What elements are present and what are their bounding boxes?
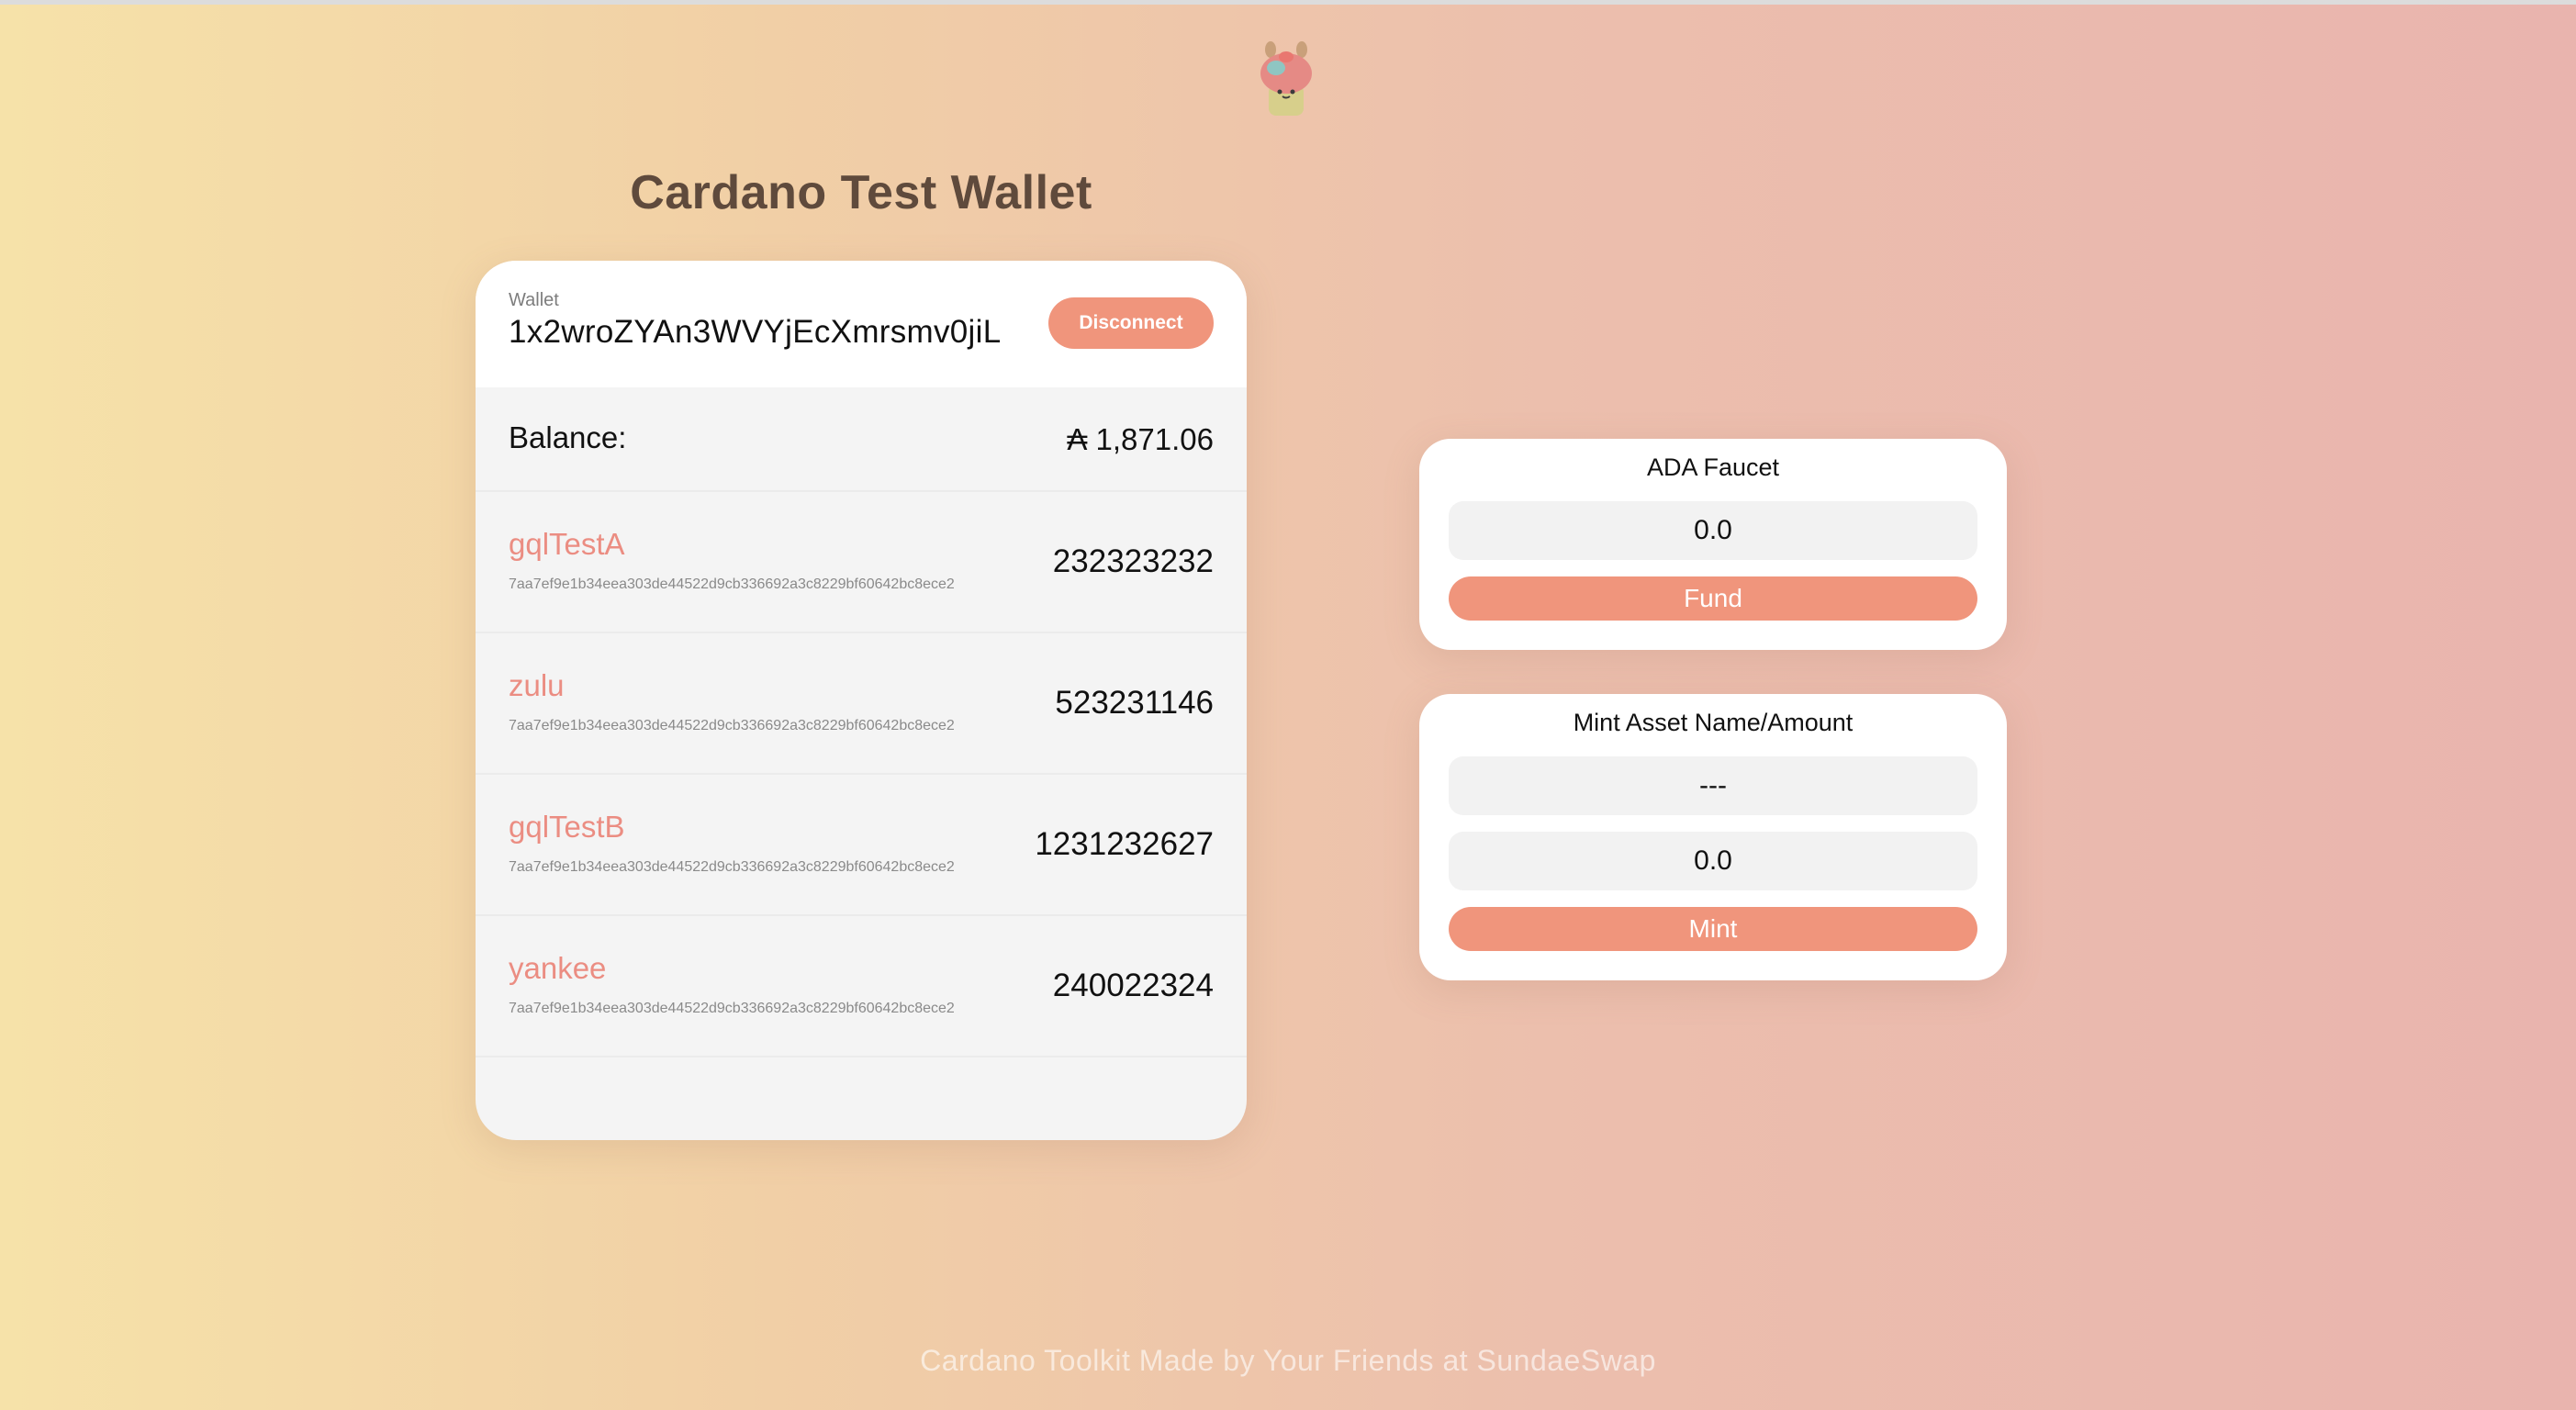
footer-credit: Cardano Toolkit Made by Your Friends at … [920, 1344, 1656, 1377]
balance-label: Balance: [509, 420, 627, 454]
balance-row: Balance: ₳ 1,871.06 [476, 387, 1247, 492]
asset-amount: 1231232627 [1035, 826, 1214, 862]
asset-amount: 232323232 [1052, 543, 1214, 579]
asset-policy-id: 7aa7ef9e1b34eea303de44522d9cb336692a3c82… [509, 718, 955, 733]
sundae-mascot-icon [1254, 40, 1318, 119]
top-border [0, 0, 2576, 5]
faucet-card: ADA Faucet Fund [1419, 439, 2007, 650]
asset-name: gqlTestA [509, 527, 625, 561]
wallet-label: Wallet [509, 290, 559, 310]
faucet-title: ADA Faucet [1646, 453, 1780, 481]
asset-amount: 523231146 [1055, 685, 1214, 721]
asset-policy-id: 7aa7ef9e1b34eea303de44522d9cb336692a3c82… [509, 859, 955, 875]
asset-name: gqlTestB [509, 810, 625, 844]
wallet-header: Wallet 1x2wroZYAn3WVYjEcXmrsmv0jiL Disco… [476, 261, 1247, 387]
asset-amount: 240022324 [1052, 968, 1214, 1003]
balance-value: ₳ 1,871.06 [1067, 422, 1214, 456]
mint-card: Mint Asset Name/Amount Mint [1419, 694, 2007, 980]
disconnect-button[interactable]: Disconnect [1048, 297, 1214, 349]
faucet-amount-input[interactable] [1449, 501, 1977, 560]
asset-name: yankee [509, 951, 607, 985]
asset-name: zulu [509, 668, 565, 702]
mint-title: Mint Asset Name/Amount [1573, 709, 1854, 736]
asset-row-gqltestb: gqlTestB 7aa7ef9e1b34eea303de44522d9cb33… [476, 775, 1247, 916]
mint-button[interactable]: Mint [1449, 907, 1977, 951]
asset-policy-id: 7aa7ef9e1b34eea303de44522d9cb336692a3c82… [509, 1001, 955, 1016]
wallet-address: 1x2wroZYAn3WVYjEcXmrsmv0jiL [509, 314, 1002, 350]
asset-row-gqltesta: gqlTestA 7aa7ef9e1b34eea303de44522d9cb33… [476, 492, 1247, 633]
asset-row-yankee: yankee 7aa7ef9e1b34eea303de44522d9cb3366… [476, 916, 1247, 1058]
wallet-card: Wallet 1x2wroZYAn3WVYjEcXmrsmv0jiL Disco… [476, 261, 1247, 1140]
mint-amount-input[interactable] [1449, 832, 1977, 890]
asset-policy-id: 7aa7ef9e1b34eea303de44522d9cb336692a3c82… [509, 576, 955, 592]
mint-asset-name-input[interactable] [1449, 756, 1977, 815]
page-title: Cardano Test Wallet [630, 166, 1092, 219]
fund-button[interactable]: Fund [1449, 576, 1977, 621]
asset-row-zulu: zulu 7aa7ef9e1b34eea303de44522d9cb336692… [476, 633, 1247, 775]
